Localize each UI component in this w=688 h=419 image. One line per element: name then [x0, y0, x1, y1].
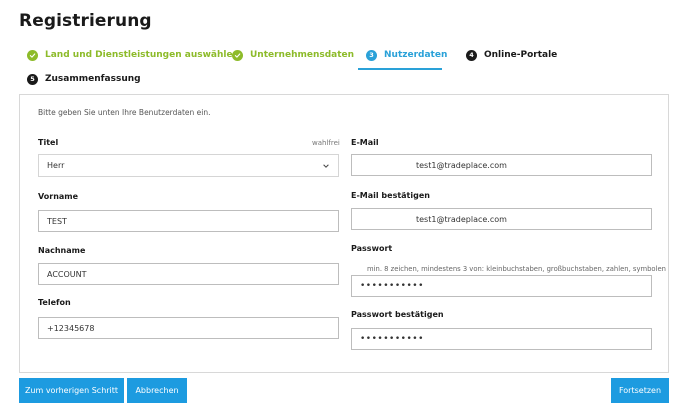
previous-step-button[interactable]: Zum vorherigen Schritt [19, 378, 124, 403]
user-data-form: Bitte geben Sie unten Ihre Benutzerdaten… [19, 94, 669, 373]
optional-note: wahlfrei [312, 139, 340, 147]
email-confirm-input[interactable]: test1@tradeplace.com [351, 208, 652, 230]
password-confirm-input[interactable]: ••••••••••• [351, 328, 652, 350]
phone-input[interactable]: +12345678 [38, 317, 339, 339]
password-hint: min. 8 zeichen, mindestens 3 von: kleinb… [367, 265, 666, 273]
title-label: Titel [38, 138, 59, 147]
last-name-label: Nachname [38, 246, 86, 255]
step-number: 5 [27, 73, 38, 85]
password-input[interactable]: ••••••••••• [351, 275, 652, 297]
step-label: Zusammenfassung [45, 74, 141, 84]
step-country-services[interactable]: Land und Dienstleistungen auswählen [27, 45, 239, 65]
first-name-input[interactable]: TEST [38, 210, 339, 232]
step-number: 4 [466, 49, 477, 61]
check-icon [27, 49, 38, 61]
email-input[interactable]: test1@tradeplace.com [351, 154, 652, 176]
email-label: E-Mail [351, 138, 379, 147]
first-name-label: Vorname [38, 192, 79, 201]
step-number: 3 [366, 49, 377, 61]
phone-label: Telefon [38, 298, 71, 307]
check-icon [232, 49, 243, 61]
form-intro: Bitte geben Sie unten Ihre Benutzerdaten… [38, 108, 211, 117]
continue-button[interactable]: Fortsetzen [611, 378, 669, 403]
chevron-down-icon [323, 164, 329, 168]
step-label: Online-Portale [484, 50, 558, 60]
step-label: Nutzerdaten [384, 50, 448, 60]
active-step-underline [358, 68, 442, 70]
title-select[interactable]: Herr [38, 154, 339, 177]
step-summary[interactable]: 5 Zusammenfassung [27, 69, 141, 89]
cancel-button[interactable]: Abbrechen [127, 378, 187, 403]
step-company-data[interactable]: Unternehmensdaten [232, 45, 354, 65]
last-name-input[interactable]: ACCOUNT [38, 263, 339, 285]
password-label: Passwort [351, 244, 393, 253]
step-online-portals[interactable]: 4 Online-Portale [466, 45, 557, 65]
progress-steps: Land und Dienstleistungen auswählen Unte… [0, 0, 688, 100]
password-confirm-label: Passwort bestätigen [351, 310, 444, 319]
step-label: Unternehmensdaten [250, 50, 355, 60]
email-confirm-label: E-Mail bestätigen [351, 191, 430, 200]
title-value: Herr [47, 161, 65, 170]
step-user-data[interactable]: 3 Nutzerdaten [366, 45, 447, 65]
step-label: Land und Dienstleistungen auswählen [45, 50, 239, 60]
